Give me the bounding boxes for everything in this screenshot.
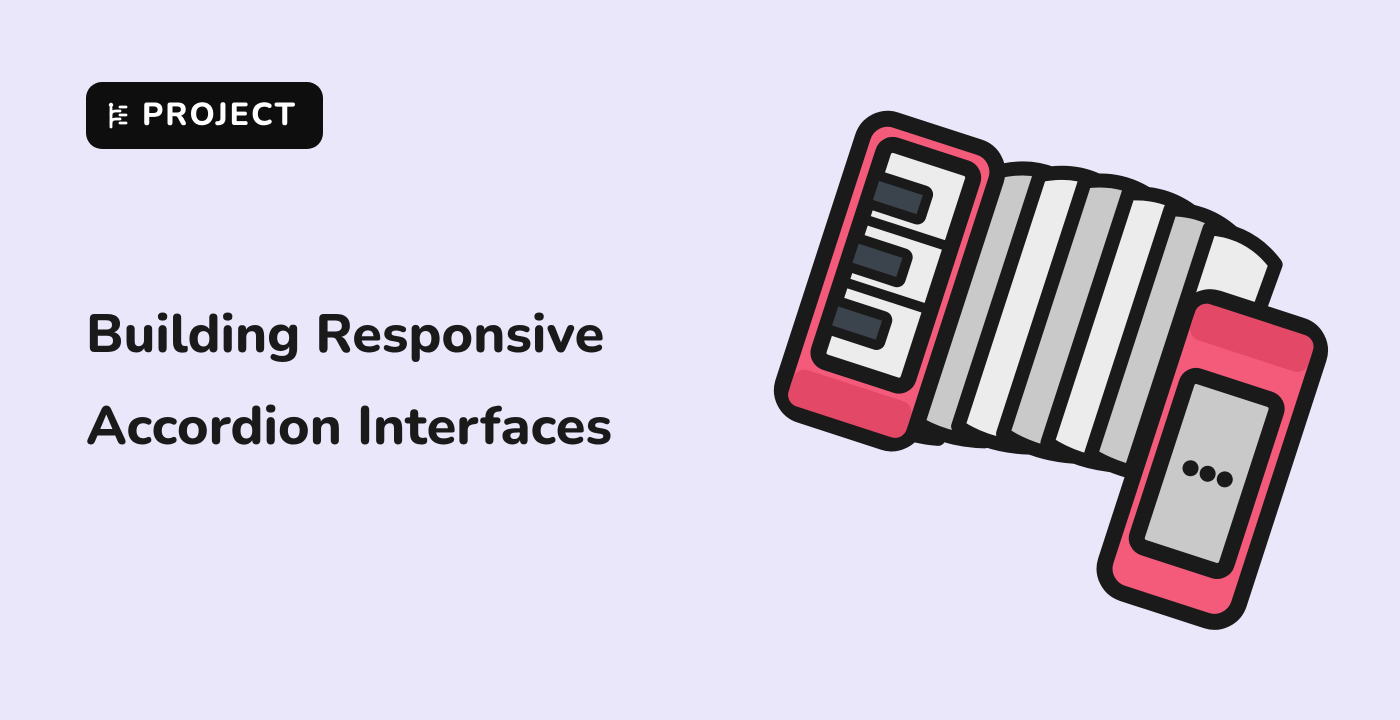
page-title: Building Responsive Accordion Interfaces — [86, 290, 726, 474]
project-badge: PROJECT — [86, 82, 323, 149]
badge-label: PROJECT — [142, 94, 297, 137]
accordion-icon — [770, 90, 1330, 650]
project-icon — [106, 101, 130, 131]
